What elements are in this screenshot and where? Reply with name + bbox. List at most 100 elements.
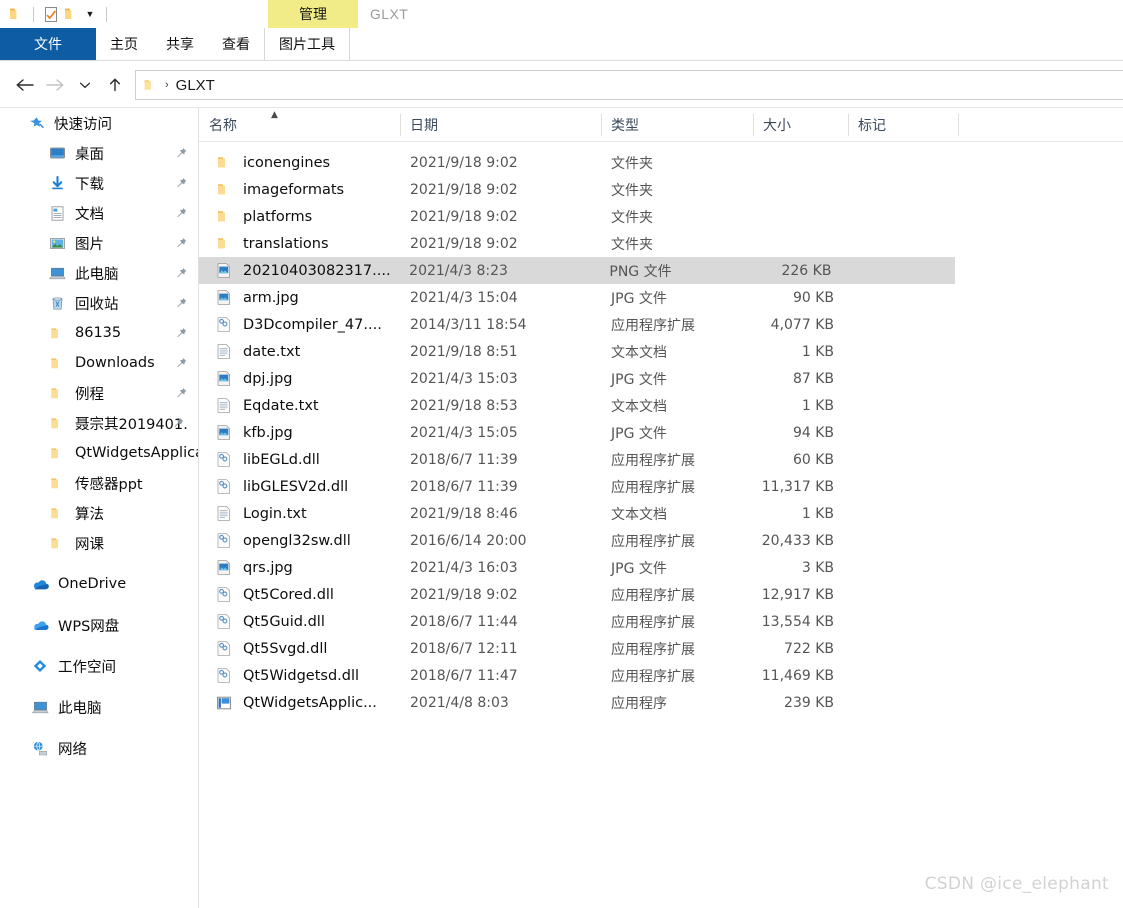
sidebar-root-quick-access[interactable]: 快速访问 [0, 108, 198, 138]
column-header-type-label: 类型 [611, 117, 639, 134]
cell-date: 2021/4/3 15:03 [410, 370, 518, 387]
breadcrumb-separator-icon[interactable]: › [165, 79, 169, 91]
dll-icon [215, 451, 233, 469]
table-row[interactable]: libGLESV2d.dll 2018/6/7 11:39 应用程序扩展 11,… [199, 473, 1123, 500]
folder-icon [47, 383, 67, 403]
sidebar-item-recycle-bin[interactable]: 回收站 [0, 288, 198, 318]
column-header-tag[interactable]: 标记 [848, 108, 958, 141]
table-row[interactable]: opengl32sw.dll 2016/6/14 20:00 应用程序扩展 20… [199, 527, 1123, 554]
sidebar-item-sensor-ppt[interactable]: 传感器ppt [0, 468, 198, 498]
sidebar-item-pictures[interactable]: 图片 [0, 228, 198, 258]
pin-icon[interactable] [175, 207, 188, 220]
sidebar-item-desktop[interactable]: 桌面 [0, 138, 198, 168]
chevron-down-icon[interactable]: ▼ [81, 4, 99, 24]
table-row[interactable]: dpj.jpg 2021/4/3 15:03 JPG 文件 87 KB [199, 365, 1123, 392]
cell-name: Qt5Cored.dll [199, 586, 400, 604]
cell-name: Eqdate.txt [199, 397, 400, 415]
folder-icon[interactable] [6, 4, 26, 24]
sidebar-item-qtwidgetsapplication[interactable]: QtWidgetsApplica [0, 438, 198, 468]
this-pc-icon [30, 697, 50, 717]
column-header-date[interactable]: 日期 [400, 108, 601, 141]
folder-icon [47, 353, 67, 373]
navigation-pane[interactable]: 快速访问 桌面 下载 文档 图片 此电脑 回收站 86135 Downloads… [0, 108, 198, 908]
cell-type: 应用程序 [611, 695, 667, 712]
pin-icon[interactable] [175, 267, 188, 280]
table-row[interactable]: 20210403082317.... 2021/4/3 8:23 PNG 文件 … [199, 257, 955, 284]
file-name: Qt5Svgd.dll [243, 640, 328, 657]
table-row[interactable]: kfb.jpg 2021/4/3 15:05 JPG 文件 94 KB [199, 419, 1123, 446]
folder-icon [215, 181, 233, 199]
table-row[interactable]: libEGLd.dll 2018/6/7 11:39 应用程序扩展 60 KB [199, 446, 1123, 473]
sidebar-root-workspace[interactable]: 工作空间 [0, 651, 198, 681]
file-list-view[interactable]: 名称 ▲ 日期 类型 大小 标记 iconengines 2021/9/18 9… [199, 108, 1123, 908]
table-row[interactable]: date.txt 2021/9/18 8:51 文本文档 1 KB [199, 338, 1123, 365]
sidebar-root-network[interactable]: 网络 [0, 733, 198, 763]
forward-icon[interactable] [40, 70, 70, 100]
sidebar-item-downloads-folder[interactable]: Downloads [0, 348, 198, 378]
up-one-level-icon[interactable] [100, 70, 130, 100]
table-row[interactable]: Qt5Cored.dll 2021/9/18 9:02 应用程序扩展 12,91… [199, 581, 1123, 608]
column-header-size[interactable]: 大小 [753, 108, 848, 141]
cell-date: 2018/6/7 11:44 [410, 613, 518, 630]
sidebar-item-wangke[interactable]: 网课 [0, 528, 198, 558]
pin-icon[interactable] [175, 147, 188, 160]
sidebar-root-onedrive[interactable]: OneDrive [0, 569, 198, 599]
new-folder-icon[interactable] [61, 4, 81, 24]
tab-file[interactable]: 文件 [0, 28, 96, 60]
table-row[interactable]: qrs.jpg 2021/4/3 16:03 JPG 文件 3 KB [199, 554, 1123, 581]
tab-home[interactable]: 主页 [96, 28, 152, 60]
sidebar-item-niezongqi[interactable]: 聂宗其2019401… [0, 408, 198, 438]
cell-type: 文件夹 [611, 236, 653, 253]
pin-icon[interactable] [175, 237, 188, 250]
table-row[interactable]: iconengines 2021/9/18 9:02 文件夹 [199, 149, 1123, 176]
table-row[interactable]: QtWidgetsApplic... 2021/4/8 8:03 应用程序 23… [199, 689, 1123, 716]
pin-icon[interactable] [172, 417, 185, 430]
contextual-tab-group[interactable]: 管理 [268, 0, 358, 28]
cell-date: 2018/6/7 12:11 [410, 640, 518, 657]
pin-icon[interactable] [175, 327, 188, 340]
table-row[interactable]: platforms 2021/9/18 9:02 文件夹 [199, 203, 1123, 230]
properties-icon[interactable] [41, 4, 61, 24]
sidebar-root-this-pc[interactable]: 此电脑 [0, 692, 198, 722]
table-row[interactable]: Qt5Guid.dll 2018/6/7 11:44 应用程序扩展 13,554… [199, 608, 1123, 635]
tab-view[interactable]: 查看 [208, 28, 264, 60]
pin-icon[interactable] [175, 297, 188, 310]
sidebar-item-86135[interactable]: 86135 [0, 318, 198, 348]
address-bar[interactable]: › GLXT [135, 70, 1123, 100]
table-row[interactable]: Qt5Svgd.dll 2018/6/7 12:11 应用程序扩展 722 KB [199, 635, 1123, 662]
sidebar-item-suanfa[interactable]: 算法 [0, 498, 198, 528]
pin-icon[interactable] [175, 177, 188, 190]
table-row[interactable]: arm.jpg 2021/4/3 15:04 JPG 文件 90 KB [199, 284, 1123, 311]
sidebar-item-this-pc[interactable]: 此电脑 [0, 258, 198, 288]
column-header-name[interactable]: 名称 ▲ [199, 108, 400, 141]
cell-name: Qt5Svgd.dll [199, 640, 400, 658]
image-icon [215, 424, 233, 442]
cell-size: 90 KB [792, 289, 834, 306]
sidebar-item-label: 文档 [75, 206, 104, 223]
table-row[interactable]: imageformats 2021/9/18 9:02 文件夹 [199, 176, 1123, 203]
column-header-end-divider [958, 108, 978, 141]
recent-locations-chevron-down-icon[interactable] [70, 70, 100, 100]
image-icon [215, 289, 233, 307]
sidebar-root-wps-cloud[interactable]: WPS网盘 [0, 610, 198, 640]
column-header-type[interactable]: 类型 [601, 108, 753, 141]
tab-picture-tools[interactable]: 图片工具 [264, 28, 350, 60]
table-row[interactable]: translations 2021/9/18 9:02 文件夹 [199, 230, 1123, 257]
pin-icon[interactable] [175, 387, 188, 400]
sidebar-item-downloads[interactable]: 下载 [0, 168, 198, 198]
sidebar-root-label: 快速访问 [54, 116, 112, 133]
table-row[interactable]: D3Dcompiler_47.... 2014/3/11 18:54 应用程序扩… [199, 311, 1123, 338]
breadcrumb-glxt[interactable]: GLXT [176, 77, 215, 94]
sidebar-item-documents[interactable]: 文档 [0, 198, 198, 228]
table-row[interactable]: Eqdate.txt 2021/9/18 8:53 文本文档 1 KB [199, 392, 1123, 419]
pin-icon[interactable] [175, 357, 188, 370]
back-icon[interactable] [10, 70, 40, 100]
cell-name: QtWidgetsApplic... [199, 694, 400, 712]
image-icon [215, 559, 233, 577]
tab-share[interactable]: 共享 [152, 28, 208, 60]
cell-name: dpj.jpg [199, 370, 400, 388]
sidebar-item-licheng[interactable]: 例程 [0, 378, 198, 408]
table-row[interactable]: Login.txt 2021/9/18 8:46 文本文档 1 KB [199, 500, 1123, 527]
file-name: libEGLd.dll [243, 451, 320, 468]
table-row[interactable]: Qt5Widgetsd.dll 2018/6/7 11:47 应用程序扩展 11… [199, 662, 1123, 689]
